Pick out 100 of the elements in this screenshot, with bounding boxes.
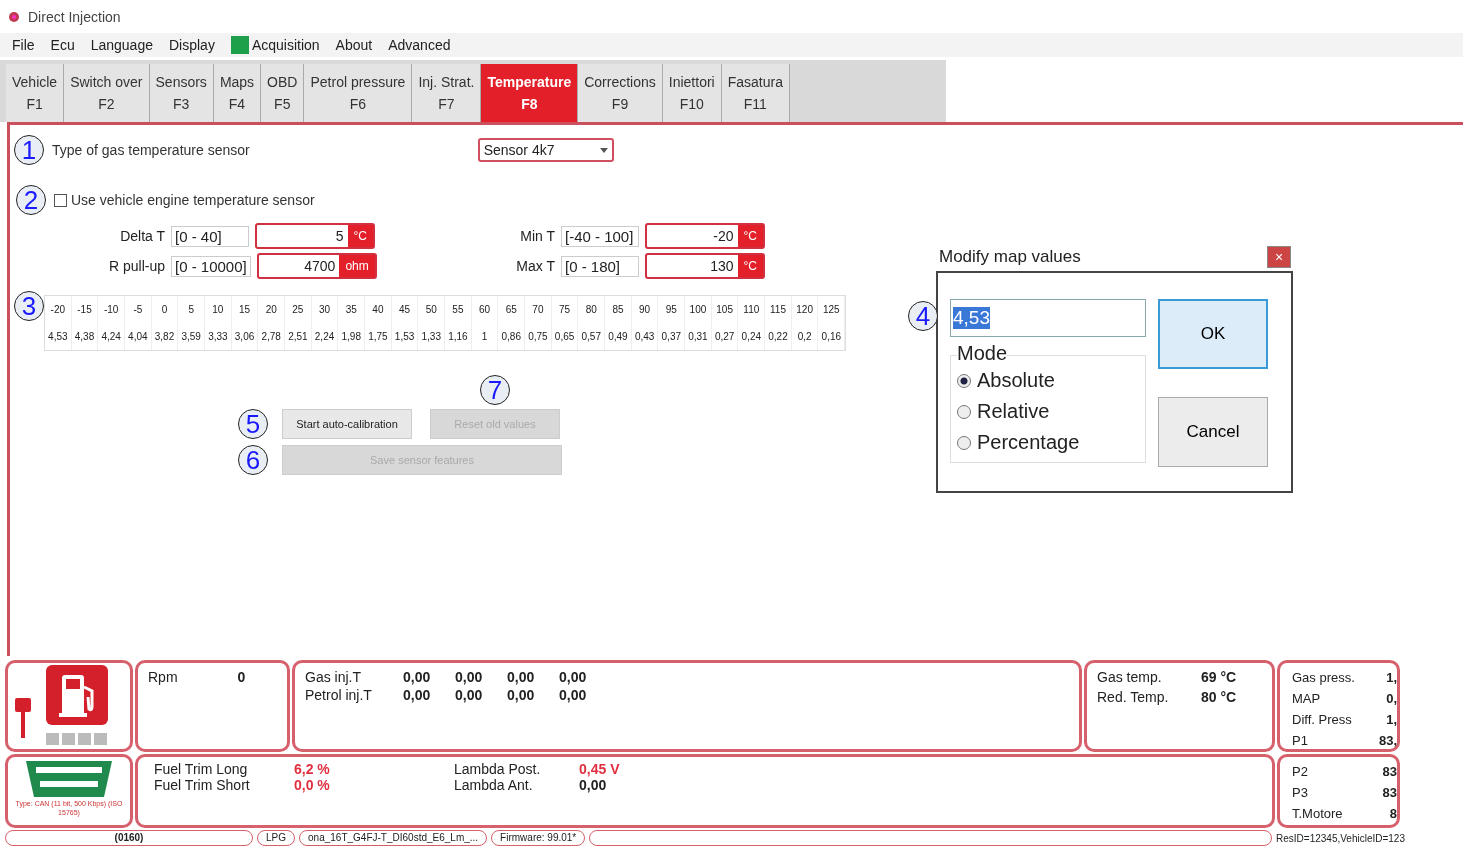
tab[interactable]: Iniettori F10 xyxy=(662,64,722,122)
field-label: Min T xyxy=(519,228,555,244)
pressure-label: Diff. Press xyxy=(1292,711,1352,729)
table-cell[interactable]: 3,82 xyxy=(151,323,179,350)
tab[interactable]: Fasatura F11 xyxy=(721,64,790,122)
checkbox[interactable] xyxy=(54,193,67,207)
injection-value: 0,00 xyxy=(559,687,588,703)
table-cell[interactable]: 1,75 xyxy=(365,323,392,350)
number-marker: 3 xyxy=(14,291,44,321)
sensor-type-dropdown[interactable]: Sensor 4k7 xyxy=(477,138,614,162)
number-marker: 6 xyxy=(238,445,268,475)
table-cell[interactable]: 0,75 xyxy=(525,323,552,350)
menu-item[interactable]: Ecu xyxy=(50,37,75,53)
temperature-header-cell: 110 xyxy=(738,296,766,323)
table-cell[interactable]: 2,78 xyxy=(258,323,286,350)
tab[interactable]: Switch over F2 xyxy=(64,64,150,122)
table-cell[interactable]: 4,04 xyxy=(125,323,152,350)
field-label: Delta T xyxy=(119,228,165,244)
value-field[interactable]: 5 °C xyxy=(255,223,375,249)
temperature-header-cell: 25 xyxy=(285,296,312,323)
temperature-header-cell: -15 xyxy=(71,296,99,323)
table-cell[interactable]: 0,31 xyxy=(685,323,712,350)
temperature-header-cell: -5 xyxy=(125,296,152,323)
table-cell[interactable]: 3,59 xyxy=(178,323,206,350)
table-cell[interactable]: 2,51 xyxy=(285,323,312,350)
table-cell[interactable]: 0,49 xyxy=(605,323,632,350)
temperature-header-cell: 65 xyxy=(498,296,526,323)
temperature-header-cell: 35 xyxy=(338,296,366,323)
table-cell[interactable]: 4,53 xyxy=(45,323,72,350)
pressure-value: 1, xyxy=(1386,669,1397,687)
menu-item[interactable]: Display xyxy=(169,37,215,53)
tab[interactable]: Inj. Strat. F7 xyxy=(412,64,482,122)
temperature-label: Red. Temp. xyxy=(1097,689,1170,705)
trim-label: Fuel Trim Short xyxy=(154,777,251,793)
tab[interactable]: Sensors F3 xyxy=(149,64,214,122)
temperature-header-cell: -10 xyxy=(98,296,125,323)
ok-button[interactable]: OK xyxy=(1158,299,1268,369)
fuel-pump-icon xyxy=(46,665,108,725)
table-cell[interactable]: 1,53 xyxy=(391,323,419,350)
table-cell[interactable]: 0,86 xyxy=(498,323,526,350)
tab[interactable]: Temperature F8 xyxy=(481,64,579,122)
window-title: Direct Injection xyxy=(28,8,121,25)
menu-item[interactable]: File xyxy=(12,37,35,53)
radio-option[interactable]: Percentage xyxy=(957,427,1139,458)
value-field[interactable]: -20 °C xyxy=(645,223,765,249)
tab[interactable]: Vehicle F1 xyxy=(6,64,65,122)
calibration-button[interactable]: Start auto-calibration xyxy=(282,409,412,439)
injection-value: 0,00 xyxy=(559,669,588,685)
table-cell[interactable]: 4,38 xyxy=(71,323,99,350)
tab[interactable]: Corrections F9 xyxy=(578,64,663,122)
pressure-label: Gas press. xyxy=(1292,669,1355,687)
table-cell[interactable]: 0,2 xyxy=(791,323,819,350)
status-ids: ResID=12345,VehicleID=123 xyxy=(1276,832,1405,844)
temperature-header-cell: 10 xyxy=(205,296,232,323)
table-cell[interactable]: 0,37 xyxy=(658,323,686,350)
pressure-label: P3 xyxy=(1292,784,1308,802)
table-cell[interactable]: 1,98 xyxy=(338,323,366,350)
table-cell[interactable]: 1 xyxy=(471,323,499,350)
radio-option[interactable]: Relative xyxy=(957,396,1139,427)
radio-option[interactable]: Absolute xyxy=(957,365,1139,396)
menu-item[interactable]: Acquisition xyxy=(230,36,320,54)
table-cell[interactable]: 0,22 xyxy=(765,323,792,350)
tab[interactable]: OBD F5 xyxy=(261,64,305,122)
app-icon xyxy=(8,10,20,23)
injection-value: 0,00 xyxy=(455,687,484,703)
table-cell[interactable]: 0,24 xyxy=(738,323,766,350)
tab[interactable]: Maps F4 xyxy=(213,64,262,122)
table-cell[interactable]: 0,16 xyxy=(818,323,846,350)
value-input[interactable]: 4,53 xyxy=(950,299,1146,337)
range-label: [0 - 180] xyxy=(561,255,639,277)
table-cell[interactable]: 2,24 xyxy=(311,323,339,350)
table-cell[interactable]: 0,57 xyxy=(578,323,606,350)
obd-connector-icon xyxy=(24,759,114,799)
table-cell[interactable]: 3,33 xyxy=(205,323,232,350)
value-field[interactable]: 130 °C xyxy=(645,253,765,279)
table-cell[interactable]: 0,43 xyxy=(631,323,659,350)
table-cell[interactable]: 1,16 xyxy=(445,323,472,350)
table-cell[interactable]: 0,65 xyxy=(551,323,579,350)
number-marker: 2 xyxy=(16,185,46,215)
menu-item[interactable]: About xyxy=(335,37,373,53)
trim-value: 0,00 xyxy=(579,777,608,793)
close-button[interactable]: × xyxy=(1267,246,1291,268)
table-cell[interactable]: 1,33 xyxy=(418,323,446,350)
table-cell[interactable]: 3,06 xyxy=(231,323,259,350)
injection-value: 0,00 xyxy=(403,669,432,685)
table-cell[interactable]: 4,24 xyxy=(98,323,125,350)
temperature-header-cell: 55 xyxy=(445,296,472,323)
trim-label: Lambda Post. xyxy=(454,761,542,777)
cancel-button[interactable]: Cancel xyxy=(1158,397,1268,467)
menu-item[interactable]: Language xyxy=(90,37,153,53)
pressure-value: 83 xyxy=(1382,784,1397,802)
value-field[interactable]: 4700 ohm xyxy=(256,253,377,279)
table-cell[interactable]: 0,27 xyxy=(711,323,739,350)
temperature-header-cell: 5 xyxy=(178,296,206,323)
pressure-value: 83 xyxy=(1382,763,1397,781)
trim-value: 0,0 % xyxy=(294,777,331,793)
tab[interactable]: Petrol pressure F6 xyxy=(304,64,413,122)
menu-item[interactable]: Advanced xyxy=(388,37,451,53)
temperature-header-cell: 90 xyxy=(631,296,659,323)
pressure-value: 1, xyxy=(1386,711,1397,729)
